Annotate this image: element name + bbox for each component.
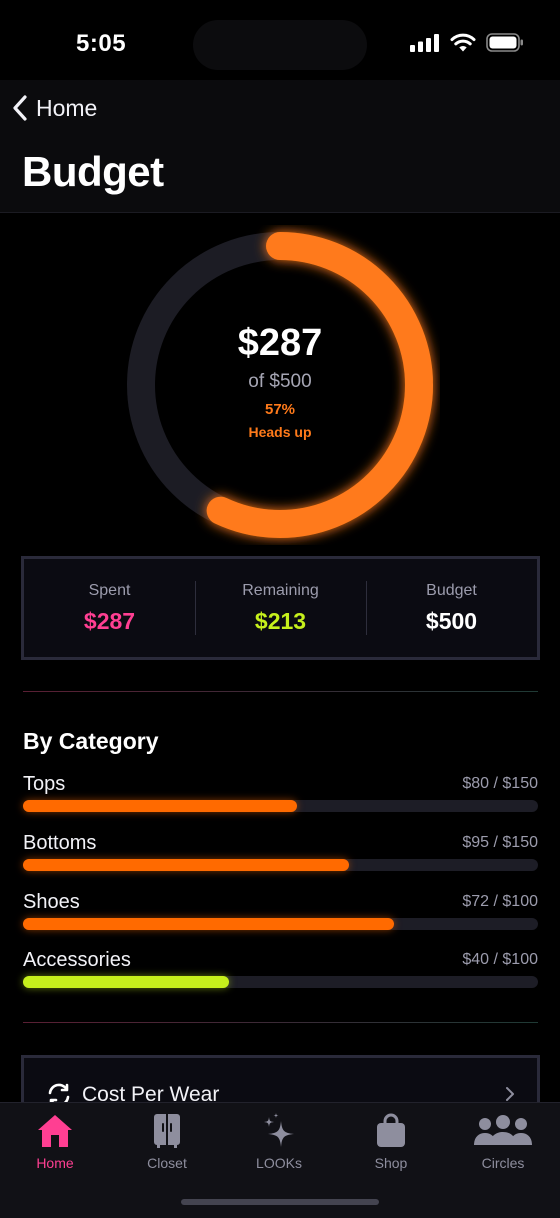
progress-fill (23, 859, 349, 871)
battery-icon (486, 33, 523, 52)
people-icon (474, 1115, 532, 1145)
sparkles-icon (264, 1113, 294, 1147)
stat-label: Spent (88, 581, 131, 599)
spent-amount: $287 (237, 322, 323, 364)
progress-fill (23, 800, 298, 812)
progress-track (23, 918, 538, 930)
progress-track (23, 976, 538, 988)
tab-closet[interactable]: Closet (117, 1113, 217, 1171)
category-row-bottoms[interactable]: Bottoms $95 / $150 (23, 832, 538, 872)
back-button[interactable]: Home (12, 94, 97, 122)
category-name: Tops (23, 773, 66, 795)
category-amount: $95 / $150 (462, 834, 538, 851)
nav-header: Home Budget (0, 80, 560, 213)
dynamic-island (193, 20, 367, 70)
tab-home[interactable]: Home (5, 1113, 105, 1171)
progress-track (23, 859, 538, 871)
home-icon (38, 1115, 72, 1147)
chevron-left-icon (13, 95, 27, 121)
category-row-accessories[interactable]: Accessories $40 / $100 (23, 949, 538, 989)
tab-label: Shop (374, 1155, 408, 1171)
category-name: Accessories (23, 949, 131, 971)
tab-label: LOOKs (256, 1155, 302, 1171)
progress-fill (23, 918, 394, 930)
budget-total: of $500 (248, 371, 312, 392)
section-title: By Category (23, 728, 159, 754)
budget-stats-card: Spent $287 Remaining $213 Budget $500 (21, 556, 540, 660)
closet-icon (154, 1114, 180, 1148)
stat-remaining: Remaining $213 (195, 559, 366, 657)
chevron-right-icon (506, 1087, 514, 1101)
category-amount: $80 / $150 (462, 775, 538, 792)
status-time: 5:05 (76, 30, 127, 57)
progress-fill (23, 976, 229, 988)
cellular-signal-icon (410, 33, 439, 52)
tab-label: Closet (147, 1155, 187, 1171)
tab-label: Home (36, 1155, 74, 1171)
budget-ring: $287 of $500 57% Heads up (120, 225, 440, 545)
divider (23, 1022, 538, 1023)
stat-value: $213 (254, 607, 307, 634)
stat-value: $287 (83, 607, 136, 634)
ring-center: $287 of $500 57% Heads up (120, 225, 440, 545)
back-button-label: Home (36, 94, 98, 121)
category-amount: $40 / $100 (462, 951, 538, 968)
stat-label: Remaining (242, 581, 319, 599)
home-indicator (181, 1199, 379, 1205)
stat-label: Budget (426, 581, 477, 599)
tab-circles[interactable]: Circles (453, 1113, 553, 1171)
tab-looks[interactable]: LOOKs (229, 1113, 329, 1171)
wifi-icon (450, 33, 476, 52)
tab-shop[interactable]: Shop (341, 1113, 441, 1171)
category-row-shoes[interactable]: Shoes $72 / $100 (23, 891, 538, 931)
shopping-bag-icon (377, 1113, 405, 1147)
divider (23, 691, 538, 692)
status-icons (410, 33, 524, 52)
category-amount: $72 / $100 (462, 893, 538, 910)
page-title: Budget (22, 148, 164, 195)
stat-spent: Spent $287 (24, 559, 195, 657)
category-name: Bottoms (23, 832, 97, 854)
tab-label: Circles (481, 1155, 525, 1171)
status-bar: 5:05 (0, 0, 560, 80)
category-row-tops[interactable]: Tops $80 / $150 (23, 773, 538, 813)
category-name: Shoes (23, 891, 80, 913)
budget-status: Heads up (248, 424, 312, 440)
progress-track (23, 800, 538, 812)
percent-used: 57% (264, 401, 296, 418)
stat-budget: Budget $500 (366, 559, 537, 657)
stat-value: $500 (425, 607, 478, 634)
